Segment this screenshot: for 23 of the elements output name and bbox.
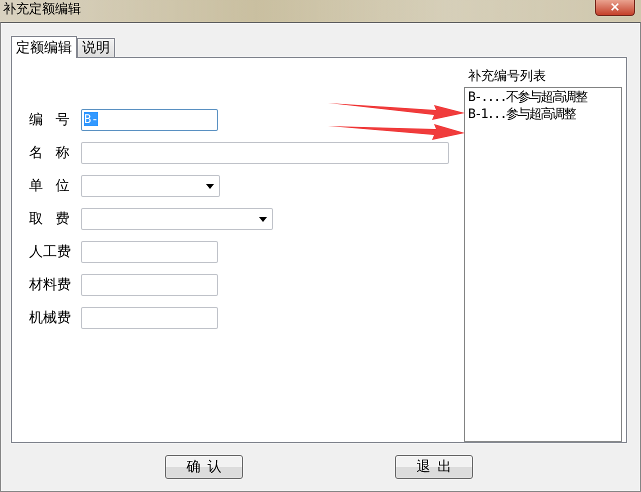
list-item[interactable]: B-1...参与超高调整	[468, 106, 618, 123]
field-label: 编 号	[29, 110, 70, 130]
input-field[interactable]	[81, 307, 218, 329]
tab[interactable]: 定额编辑	[11, 36, 77, 58]
list-caption: 补充编号列表	[467, 68, 547, 86]
dialog-button[interactable]: 确 认	[165, 455, 243, 479]
caret-icon	[206, 184, 214, 188]
field-label: 取 费	[29, 210, 70, 228]
list-item[interactable]: B-....不参与超高调整	[468, 88, 618, 106]
field-label: 机械费	[29, 308, 72, 328]
field-label: 材料费	[29, 276, 72, 294]
window-title: 补充定额编辑	[3, 1, 81, 19]
dropdown[interactable]	[81, 175, 220, 197]
dialog-button[interactable]: 退 出	[395, 455, 473, 479]
dropdown[interactable]	[81, 208, 273, 230]
input-field[interactable]	[81, 142, 449, 164]
tab[interactable]: 说明	[77, 38, 115, 57]
field-label: 名 称	[29, 144, 70, 162]
input-field[interactable]	[81, 241, 218, 263]
field-label: 人工费	[29, 242, 72, 262]
input-field[interactable]	[81, 274, 218, 296]
field-label: 单 位	[29, 176, 70, 196]
caret-icon	[259, 216, 267, 222]
